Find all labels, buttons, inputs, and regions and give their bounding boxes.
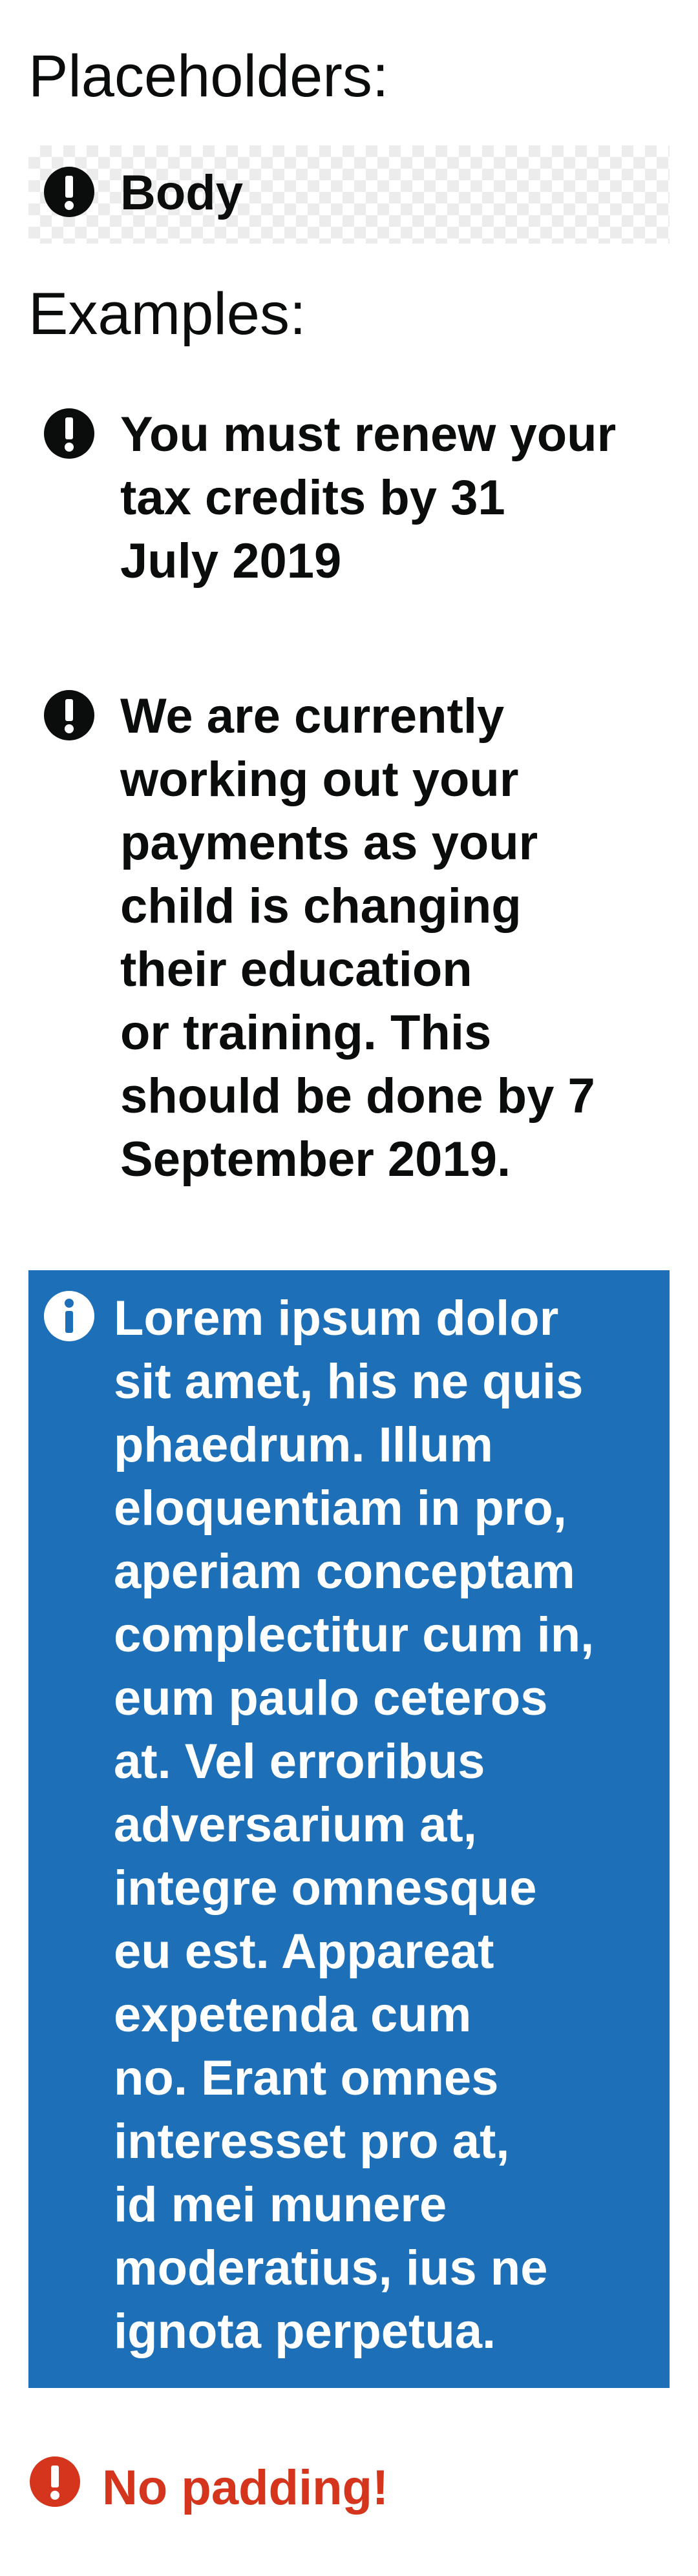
exclamation-circle-icon (44, 408, 94, 459)
no-padding-text: No padding! (102, 2460, 389, 2515)
example-warning-body-1: You must renew your tax credits by 31 Ju… (120, 407, 617, 589)
exclamation-circle-icon (44, 690, 94, 740)
info-panel-body: Lorem ipsum dolor sit amet, his ne quis … (114, 1291, 595, 2359)
preview-page: Placeholders: Body Examples: You must re… (0, 0, 698, 2576)
exclamation-circle-icon (30, 2456, 80, 2507)
info-circle-icon (44, 1291, 94, 1341)
placeholder-warning-body: Body (120, 165, 243, 220)
exclamation-circle-icon (44, 167, 94, 217)
examples-heading: Examples: (28, 281, 306, 347)
example-warning-body-2: We are currently working out your paymen… (120, 689, 595, 1187)
placeholders-heading: Placeholders: (28, 43, 389, 109)
info-panel: Lorem ipsum dolor sit amet, his ne quis … (28, 1270, 670, 2388)
